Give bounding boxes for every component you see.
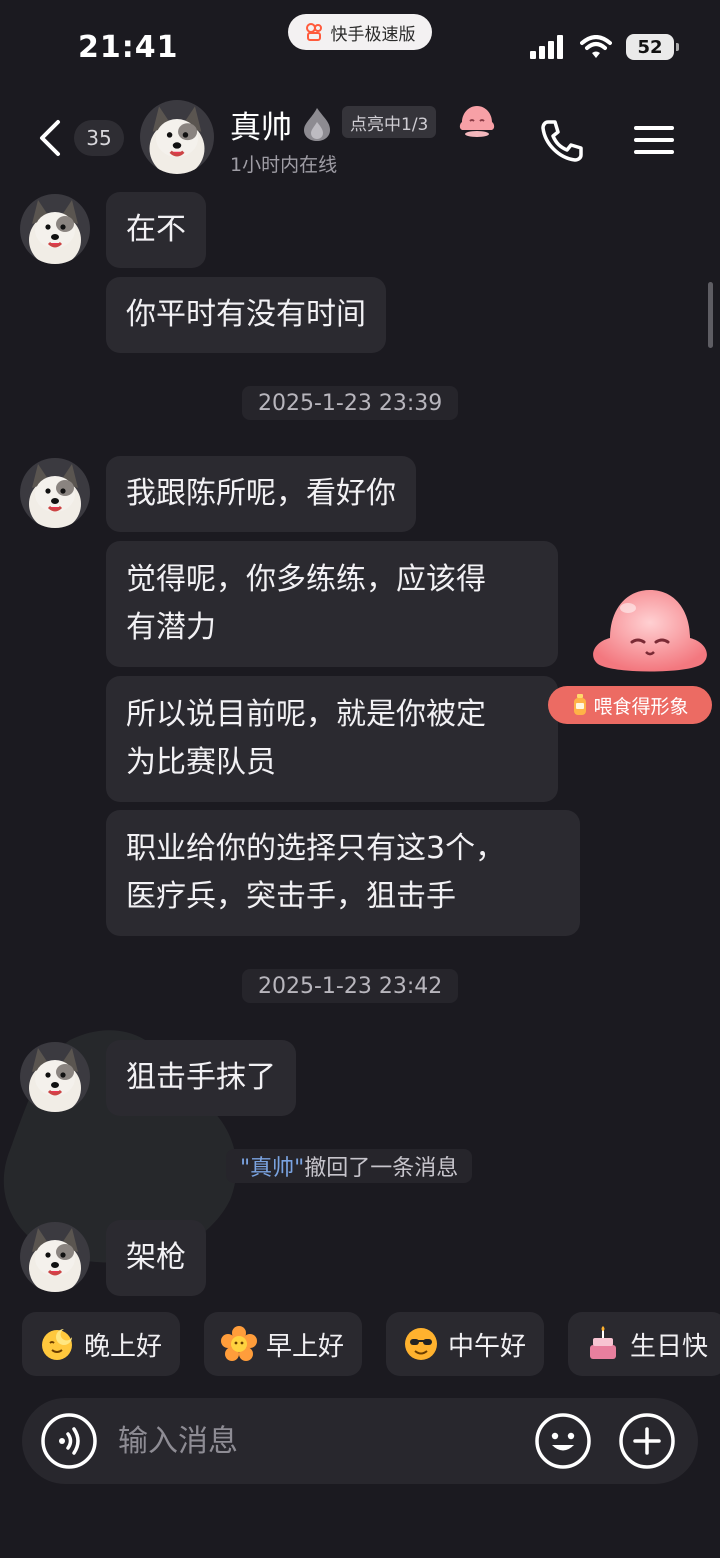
bottle-icon xyxy=(574,694,587,715)
phone-call-icon[interactable] xyxy=(538,118,586,164)
quick-reply-chip[interactable]: 生日快 xyxy=(568,1312,720,1376)
quick-reply-chip[interactable]: 晚上好 xyxy=(22,1312,181,1376)
message-timestamp: 2025-1-23 23:39 xyxy=(242,386,459,420)
app-return-pill[interactable]: 快手极速版 xyxy=(288,14,432,50)
sender-avatar[interactable] xyxy=(20,1222,90,1292)
sunglasses-emoji-icon xyxy=(405,1328,437,1360)
sender-avatar[interactable] xyxy=(20,1042,90,1112)
message-bubble[interactable]: 在不 xyxy=(106,192,206,268)
signal-icon xyxy=(530,35,563,59)
battery-indicator: 52 xyxy=(626,34,679,60)
contact-avatar[interactable] xyxy=(140,100,214,174)
online-status: 1小时内在线 xyxy=(230,154,338,176)
message-bubble[interactable]: 架枪 xyxy=(106,1220,206,1296)
flower-emoji-icon xyxy=(221,1326,257,1361)
message-line: 所以说目前呢，就是你被定 xyxy=(126,697,486,732)
message-input[interactable] xyxy=(118,1414,518,1468)
evening-emoji-icon xyxy=(42,1329,72,1360)
unread-count-badge[interactable]: 35 xyxy=(74,120,124,156)
mascot-icon[interactable] xyxy=(588,586,712,686)
message-timestamp: 2025-1-23 23:42 xyxy=(242,969,459,1003)
message-line: 有潜力 xyxy=(126,610,216,645)
quick-reply-label: 生日快 xyxy=(630,1331,709,1362)
message-bubble[interactable]: 我跟陈所呢，看好你 xyxy=(106,456,416,532)
voice-input-icon[interactable] xyxy=(40,1412,98,1470)
message-line: 为比赛队员 xyxy=(126,745,276,780)
system-icons: 52 xyxy=(530,34,679,60)
mascot-mini-icon[interactable] xyxy=(458,104,496,138)
sender-avatar[interactable] xyxy=(20,194,90,264)
lit-progress-badge[interactable]: 点亮中1/3 xyxy=(342,106,437,138)
message-bubble[interactable]: 所以说目前呢，就是你被定 为比赛队员 xyxy=(106,676,558,802)
kuaishou-logo-icon xyxy=(305,23,322,41)
menu-icon[interactable] xyxy=(632,122,676,158)
message-line: 觉得呢，你多练练，应该得 xyxy=(126,562,486,597)
wifi-icon xyxy=(580,35,612,58)
back-arrow-icon[interactable] xyxy=(34,118,66,158)
feed-mascot-button[interactable]: 喂食得形象 xyxy=(548,686,712,724)
recall-text: 撤回了一条消息 xyxy=(304,1156,459,1181)
message-input-bar xyxy=(22,1398,698,1484)
quick-reply-label: 早上好 xyxy=(266,1331,345,1362)
feed-label: 喂食得形象 xyxy=(593,695,689,718)
sender-avatar[interactable] xyxy=(20,458,90,528)
message-line: 职业给你的选择只有这3个， xyxy=(126,831,506,866)
quick-reply-row: 晚上好 早上好 中午好 生日快 xyxy=(0,1312,720,1376)
recall-notice: "真帅" 撤回了一条消息 xyxy=(226,1149,473,1183)
app-name: 快手极速版 xyxy=(330,24,416,45)
message-bubble[interactable]: 觉得呢，你多练练，应该得 有潜力 xyxy=(106,541,558,667)
message-bubble[interactable]: 职业给你的选择只有这3个， 医疗兵，突击手，狙击手 xyxy=(106,810,580,936)
clock: 21:41 xyxy=(78,30,179,65)
recall-user-name[interactable]: "真帅" xyxy=(240,1150,304,1182)
chat-header: 35 真帅 点亮中1/3 1小时内在线 xyxy=(0,92,720,188)
contact-name[interactable]: 真帅 xyxy=(230,102,292,147)
cake-emoji-icon xyxy=(590,1326,616,1359)
message-bubble[interactable]: 你平时有没有时间 xyxy=(106,277,386,353)
message-bubble[interactable]: 狙击手抹了 xyxy=(106,1040,296,1116)
emoji-picker-icon[interactable] xyxy=(534,1412,592,1470)
add-attachment-icon[interactable] xyxy=(618,1412,676,1470)
quick-reply-label: 晚上好 xyxy=(84,1331,163,1362)
message-line: 医疗兵，突击手，狙击手 xyxy=(126,879,456,914)
quick-reply-chip[interactable]: 中午好 xyxy=(386,1312,545,1376)
status-bar: 21:41 快手极速版 52 xyxy=(0,0,720,92)
quick-reply-label: 中午好 xyxy=(448,1331,527,1362)
flame-icon[interactable] xyxy=(300,106,334,142)
quick-reply-chip[interactable]: 早上好 xyxy=(204,1312,363,1376)
scrollbar[interactable] xyxy=(708,282,713,348)
